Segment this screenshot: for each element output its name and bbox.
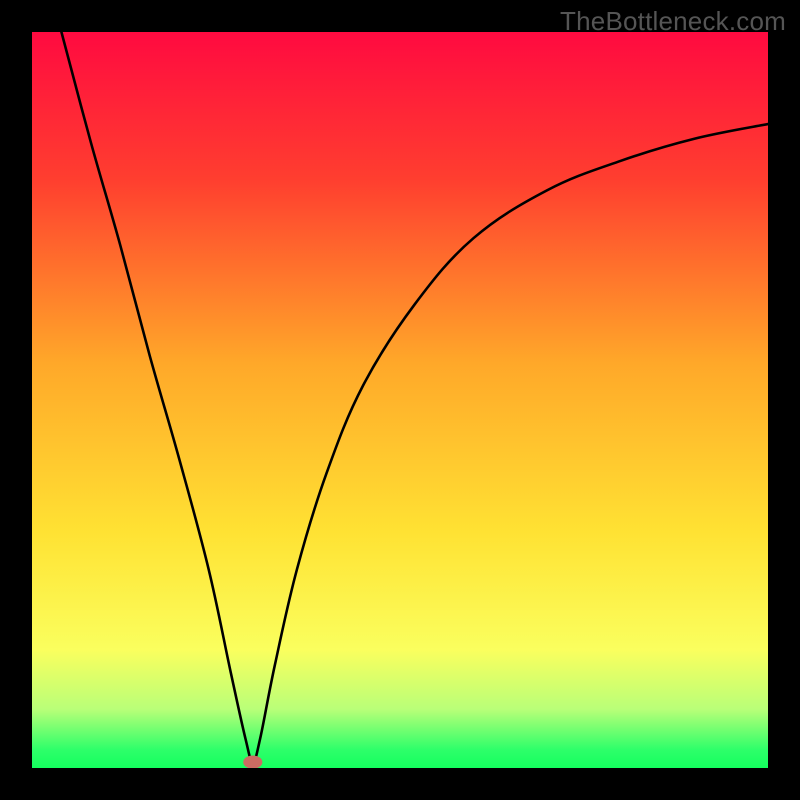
watermark-text: TheBottleneck.com xyxy=(560,6,786,37)
plot-area xyxy=(32,32,768,768)
gradient-background xyxy=(32,32,768,768)
bottleneck-curve-chart xyxy=(32,32,768,768)
chart-container: TheBottleneck.com xyxy=(0,0,800,800)
